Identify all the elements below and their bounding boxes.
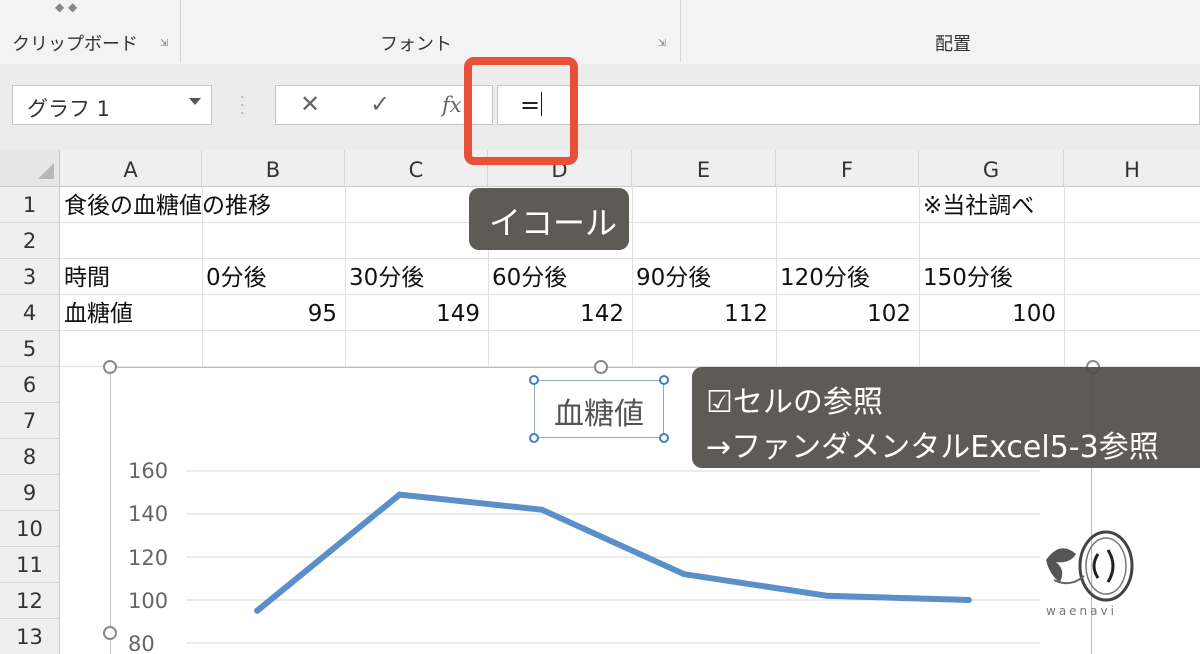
ribbon: ◆ ◆ クリップボード ⇲ フォント ⇲ 配置 bbox=[0, 0, 1200, 65]
ribbon-divider bbox=[680, 0, 681, 62]
cell-e3[interactable]: 90分後 bbox=[632, 259, 711, 295]
row-header-3[interactable]: 3 bbox=[0, 259, 60, 295]
ribbon-group-alignment: 配置 bbox=[935, 34, 971, 55]
clipboard-launcher-icon[interactable]: ⇲ bbox=[158, 38, 170, 50]
equal-callout: イコール bbox=[469, 188, 629, 250]
cell-c3[interactable]: 30分後 bbox=[345, 259, 424, 295]
chart-resize-handle[interactable] bbox=[103, 626, 117, 640]
title-handle[interactable] bbox=[529, 375, 539, 385]
ribbon-group-clipboard: クリップボード bbox=[12, 34, 138, 55]
cell-a1[interactable]: 食後の血糖値の推移 bbox=[60, 187, 271, 223]
cell-a3[interactable]: 時間 bbox=[60, 259, 110, 295]
column-header-a[interactable]: A bbox=[60, 150, 202, 186]
y-tick-label: 80 bbox=[128, 632, 155, 654]
chart-resize-handle[interactable] bbox=[594, 360, 608, 374]
cell-e4[interactable]: 112 bbox=[632, 295, 776, 331]
formula-input[interactable]: = bbox=[497, 85, 1200, 125]
cell-b4[interactable]: 95 bbox=[202, 295, 345, 331]
font-launcher-icon[interactable]: ⇲ bbox=[656, 38, 668, 50]
cell-g4[interactable]: 100 bbox=[919, 295, 1064, 331]
data-point-4[interactable] bbox=[823, 592, 830, 599]
y-tick-label: 100 bbox=[128, 589, 169, 613]
formula-buttons: ✕ ✓ fx bbox=[275, 85, 493, 125]
column-header-g[interactable]: G bbox=[919, 150, 1064, 186]
title-handle[interactable] bbox=[659, 375, 669, 385]
column-header-e[interactable]: E bbox=[632, 150, 776, 186]
cell-g1[interactable]: ※当社調べ bbox=[919, 187, 1034, 223]
cancel-icon[interactable]: ✕ bbox=[300, 90, 320, 118]
y-tick-label: 120 bbox=[128, 546, 169, 570]
ribbon-grip: ◆ ◆ bbox=[55, 0, 78, 14]
reference-callout-line2: →ファンダメンタルExcel5-3参照 bbox=[706, 430, 1159, 465]
column-header-h[interactable]: H bbox=[1064, 150, 1200, 186]
cell-f3[interactable]: 120分後 bbox=[776, 259, 870, 295]
chart-title: 血糖値 bbox=[554, 397, 644, 432]
title-handle[interactable] bbox=[529, 433, 539, 443]
row-header-12[interactable]: 12 bbox=[0, 583, 60, 619]
row-header-8[interactable]: 8 bbox=[0, 439, 60, 475]
formula-bar-grip-icon[interactable]: · · · bbox=[240, 91, 244, 121]
y-tick-label: 140 bbox=[128, 502, 169, 526]
chart-resize-handle[interactable] bbox=[103, 360, 117, 374]
row-header-4[interactable]: 4 bbox=[0, 295, 60, 331]
row-header-1[interactable]: 1 bbox=[0, 187, 60, 223]
excel-window: ◆ ◆ クリップボード ⇲ フォント ⇲ 配置 グラフ 1 · · · ✕ ✓ fx… bbox=[0, 0, 1200, 654]
data-point-0[interactable] bbox=[254, 607, 261, 614]
formula-highlight-box bbox=[464, 57, 578, 165]
y-tick-label: 160 bbox=[128, 459, 169, 483]
cell-f4[interactable]: 102 bbox=[776, 295, 919, 331]
logo-text: waenavi bbox=[1046, 604, 1117, 618]
row-header-13[interactable]: 13 bbox=[0, 619, 60, 654]
reference-callout-line1: ☑セルの参照 bbox=[706, 385, 883, 420]
cell-d4[interactable]: 142 bbox=[488, 295, 632, 331]
name-box[interactable]: グラフ 1 bbox=[12, 85, 212, 125]
cell-g3[interactable]: 150分後 bbox=[919, 259, 1013, 295]
column-header-f[interactable]: F bbox=[776, 150, 919, 186]
ribbon-divider bbox=[180, 0, 181, 62]
ribbon-group-font: フォント bbox=[380, 34, 452, 55]
row-header-5[interactable]: 5 bbox=[0, 331, 60, 367]
formula-bar-row: グラフ 1 · · · ✕ ✓ fx = bbox=[0, 64, 1200, 151]
cell-a4[interactable]: 血糖値 bbox=[60, 295, 133, 331]
row-header-2[interactable]: 2 bbox=[0, 223, 60, 259]
enter-icon[interactable]: ✓ bbox=[370, 90, 390, 118]
data-point-5[interactable] bbox=[965, 597, 972, 603]
data-point-3[interactable] bbox=[681, 571, 688, 578]
cell-b3[interactable]: 0分後 bbox=[202, 259, 267, 295]
series-line[interactable] bbox=[254, 491, 972, 614]
reference-callout: ☑セルの参照 →ファンダメンタルExcel5-3参照 bbox=[692, 367, 1200, 468]
title-handle[interactable] bbox=[659, 433, 669, 443]
equal-callout-text: イコール bbox=[489, 204, 618, 242]
cell-c4[interactable]: 149 bbox=[345, 295, 488, 331]
name-box-dropdown-icon[interactable] bbox=[189, 98, 201, 105]
row-header-11[interactable]: 11 bbox=[0, 547, 60, 583]
row-header-10[interactable]: 10 bbox=[0, 511, 60, 547]
row-header-7[interactable]: 7 bbox=[0, 403, 60, 439]
name-box-value: グラフ 1 bbox=[27, 97, 111, 121]
data-point-2[interactable] bbox=[538, 506, 545, 513]
cell-d3[interactable]: 60分後 bbox=[488, 259, 567, 295]
insert-function-icon[interactable]: fx bbox=[442, 93, 462, 117]
row-header-9[interactable]: 9 bbox=[0, 475, 60, 511]
column-header-b[interactable]: B bbox=[202, 150, 345, 186]
data-point-1[interactable] bbox=[396, 491, 403, 498]
row-header-6[interactable]: 6 bbox=[0, 367, 60, 403]
select-all-icon bbox=[38, 163, 54, 179]
chart-title-box[interactable]: 血糖値 bbox=[534, 380, 664, 438]
